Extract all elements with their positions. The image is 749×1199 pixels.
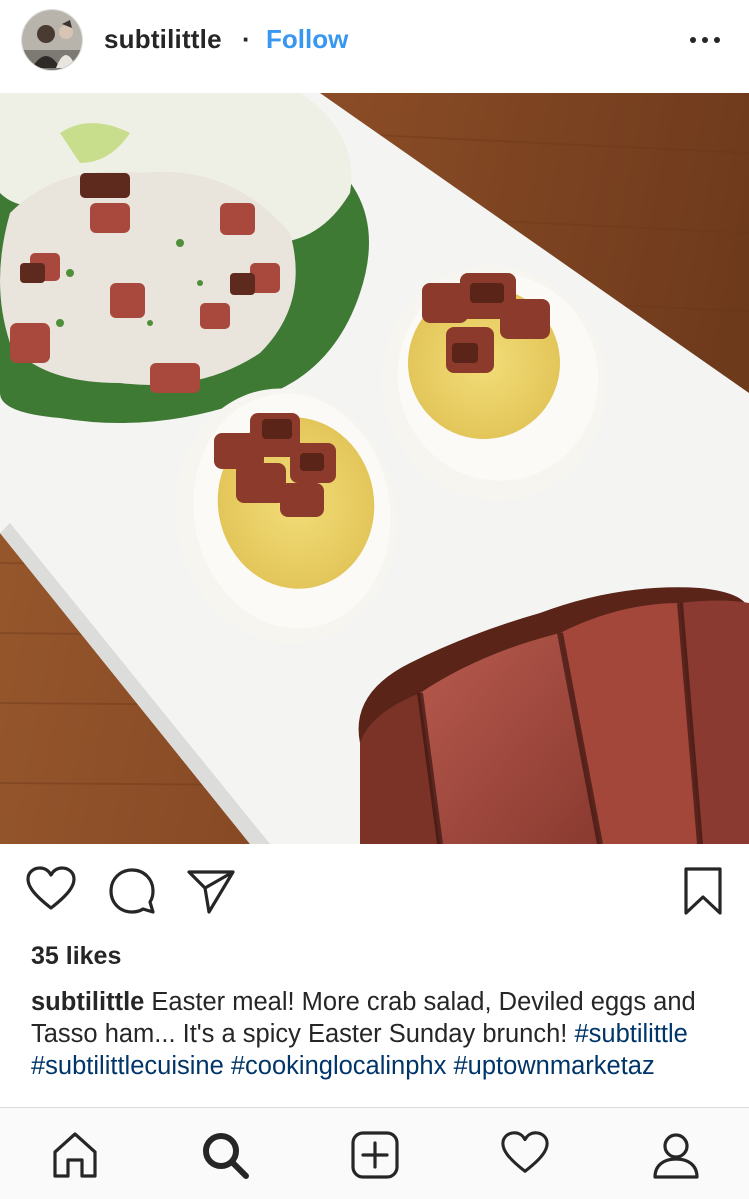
likes-count[interactable]: 35 likes: [31, 942, 121, 971]
bookmark-icon[interactable]: [681, 866, 725, 923]
search-icon[interactable]: [200, 1130, 250, 1185]
separator-dot: ·: [242, 24, 251, 54]
post-actions: [0, 844, 749, 939]
post-header: subtilittle · Follow: [0, 0, 749, 93]
comment-icon[interactable]: [107, 866, 157, 921]
activity-heart-icon[interactable]: [500, 1130, 550, 1181]
home-icon[interactable]: [50, 1130, 100, 1185]
post-image[interactable]: [0, 93, 749, 844]
username-link[interactable]: subtilittle: [104, 24, 222, 55]
paper-plane-icon[interactable]: [185, 866, 237, 921]
bottom-nav: [0, 1107, 749, 1199]
avatar[interactable]: [21, 9, 83, 71]
profile-icon[interactable]: [651, 1130, 701, 1185]
caption-username[interactable]: subtilittle: [31, 988, 144, 1016]
more-options-icon[interactable]: [686, 26, 726, 56]
hashtag-link[interactable]: #subtilittlecuisine: [31, 1052, 224, 1080]
hashtag-link[interactable]: #uptownmarketaz: [453, 1052, 654, 1080]
add-post-icon[interactable]: [350, 1130, 400, 1185]
follow-button[interactable]: Follow: [266, 24, 348, 55]
hashtag-link[interactable]: #subtilittle: [574, 1020, 687, 1048]
heart-icon[interactable]: [25, 866, 77, 917]
hashtag-link[interactable]: #cookinglocalinphx: [231, 1052, 446, 1080]
post-caption: subtilittle Easter meal! More crab salad…: [31, 986, 721, 1082]
